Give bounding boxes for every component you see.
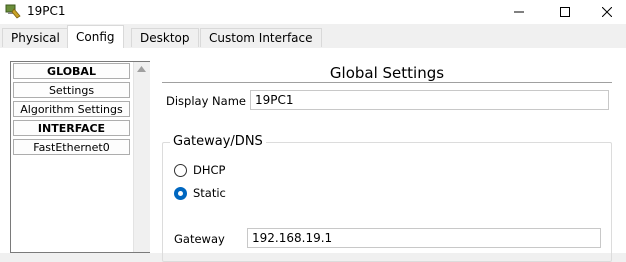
tab-config[interactable]: Config — [67, 25, 124, 48]
tab-desktop[interactable]: Desktop — [131, 28, 199, 47]
nav-item-settings[interactable]: Settings — [13, 82, 130, 98]
nav-item-algorithm-settings[interactable]: Algorithm Settings — [13, 101, 130, 117]
nav-header-global[interactable]: GLOBAL — [13, 63, 130, 79]
minimize-icon — [514, 11, 524, 13]
minimize-button[interactable] — [496, 0, 542, 24]
dhcp-label[interactable]: DHCP — [193, 163, 225, 177]
window-title: 19PC1 — [27, 4, 66, 18]
maximize-icon — [560, 7, 570, 17]
gateway-field[interactable]: 192.168.19.1 — [247, 228, 601, 248]
title-bar: 19PC1 — [0, 0, 626, 24]
maximize-button[interactable] — [542, 0, 588, 24]
dhcp-radio[interactable] — [174, 164, 187, 177]
close-button[interactable] — [588, 0, 626, 24]
gateway-label: Gateway — [174, 232, 225, 246]
tab-custom-interface[interactable]: Custom Interface — [200, 28, 322, 47]
display-name-field[interactable]: 19PC1 — [250, 90, 609, 110]
nav-item-fastethernet0[interactable]: FastEthernet0 — [13, 139, 130, 155]
pc-icon — [5, 3, 21, 19]
nav-scrollbar[interactable] — [133, 62, 150, 252]
static-radio[interactable] — [174, 187, 187, 200]
gateway-dns-group-label: Gateway/DNS — [170, 134, 266, 149]
nav-header-interface[interactable]: INTERFACE — [13, 120, 130, 136]
scroll-up-icon[interactable] — [137, 66, 146, 72]
close-icon — [602, 7, 612, 17]
page-title: Global Settings — [329, 64, 445, 82]
tab-bar: Physical Config Desktop Custom Interface — [0, 24, 626, 49]
title-divider — [162, 82, 612, 83]
tab-physical[interactable]: Physical — [2, 28, 69, 47]
static-label[interactable]: Static — [193, 186, 226, 200]
display-name-label: Display Name — [166, 94, 246, 108]
config-nav-panel: GLOBAL Settings Algorithm Settings INTER… — [10, 61, 150, 253]
